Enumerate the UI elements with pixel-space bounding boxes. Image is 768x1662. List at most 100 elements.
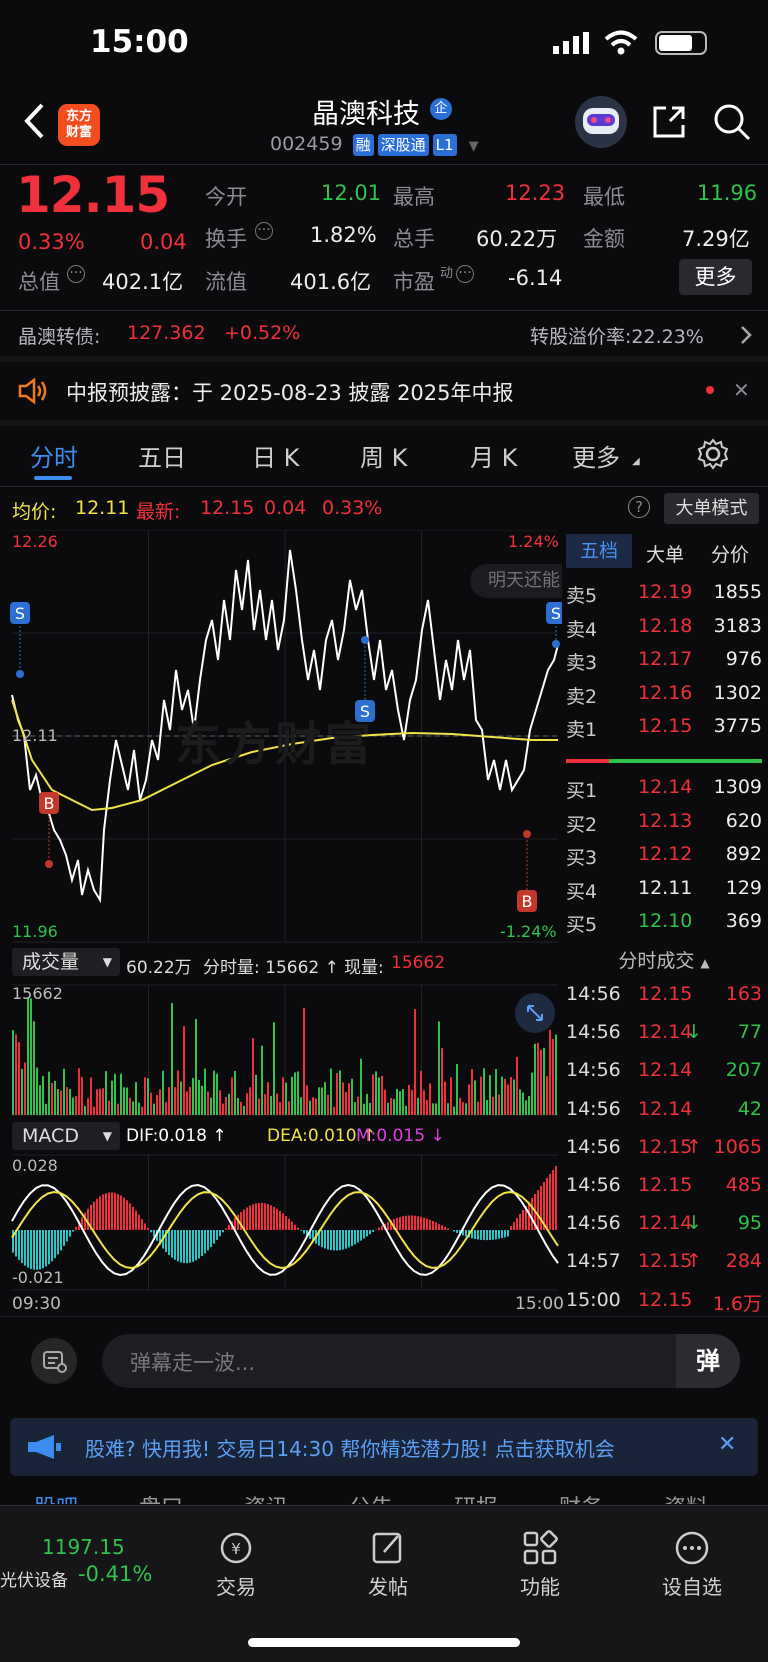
- tab-weekly-k[interactable]: 周 K: [360, 438, 407, 473]
- ob-tab-big[interactable]: 大单: [646, 540, 684, 567]
- volume-bar: [525, 1100, 527, 1115]
- send-danmaku-button[interactable]: 弹: [676, 1334, 740, 1388]
- volume-bar: [72, 1097, 74, 1115]
- volume-bar: [237, 1098, 239, 1115]
- volume-bar: [246, 1093, 248, 1115]
- volume-bar: [297, 1071, 299, 1115]
- speaker-icon: [18, 377, 47, 405]
- close-icon[interactable]: ✕: [733, 378, 750, 402]
- ask-row[interactable]: 卖4 12.18 3183: [566, 615, 766, 649]
- macd-bar: [513, 1222, 515, 1230]
- info-icon[interactable]: ···: [255, 222, 273, 240]
- ask-volume: 976: [725, 648, 762, 670]
- change-amount: 0.04: [140, 230, 187, 254]
- macd-bar: [351, 1230, 353, 1247]
- search-icon[interactable]: [712, 102, 752, 142]
- macd-bar: [222, 1230, 224, 1233]
- subtab-item[interactable]: 资讯: [244, 1490, 288, 1504]
- expand-icon[interactable]: [515, 993, 555, 1033]
- trade-volume: 77: [737, 1021, 762, 1044]
- ob-tab-five[interactable]: 五档: [566, 534, 632, 568]
- chart-tip-bubble[interactable]: 明天还能: [470, 564, 562, 598]
- macd-bar: [498, 1230, 500, 1239]
- big-order-mode-button[interactable]: 大单模式: [664, 493, 759, 524]
- volume-bar: [294, 1072, 296, 1115]
- bid-row[interactable]: 买3 12.12 892: [566, 843, 766, 877]
- subtab-item[interactable]: 公告: [349, 1490, 393, 1504]
- promo-banner[interactable]: 股难? 快用我! 交易日14:30 帮你精选潜力股! 点击获取机会 ✕: [10, 1418, 758, 1476]
- subtab-item[interactable]: 盘口: [139, 1490, 183, 1504]
- ask-row[interactable]: 卖3 12.17 976: [566, 648, 766, 682]
- info-icon[interactable]: ···: [456, 265, 474, 283]
- volume-bar: [420, 1070, 422, 1115]
- high-label: 最高: [393, 185, 435, 209]
- macd-bar: [36, 1230, 38, 1270]
- nav-function[interactable]: 功能: [490, 1530, 590, 1600]
- tab-intraday[interactable]: 分时: [30, 438, 78, 473]
- more-button[interactable]: 更多: [679, 259, 752, 295]
- volume-selector[interactable]: 成交量 ▼: [12, 948, 120, 976]
- tab-more[interactable]: 更多: [572, 438, 620, 473]
- subtab-item[interactable]: 资料: [664, 1490, 708, 1504]
- nav-trade[interactable]: ¥ 交易: [186, 1530, 286, 1600]
- tab-monthly-k[interactable]: 月 K: [470, 438, 517, 473]
- macd-bar: [42, 1230, 44, 1269]
- macd-bar: [297, 1227, 299, 1230]
- volume-bar: [486, 1099, 488, 1115]
- back-icon[interactable]: [22, 102, 46, 140]
- macd-bar: [48, 1230, 50, 1265]
- volume-bar: [207, 1091, 209, 1115]
- subtab-item[interactable]: 股吧: [34, 1490, 78, 1504]
- subtab-item[interactable]: 财务: [559, 1490, 603, 1504]
- ask-row[interactable]: 卖5 12.19 1855: [566, 581, 766, 615]
- share-icon[interactable]: [650, 103, 688, 141]
- volume-bar: [12, 1030, 14, 1115]
- volume-bar: [276, 1093, 278, 1115]
- volume-bar: [75, 1096, 77, 1115]
- bid-row[interactable]: 买4 12.11 129: [566, 877, 766, 911]
- intraday-chart[interactable]: SBSBS: [0, 530, 562, 1310]
- macd-bar: [531, 1198, 533, 1230]
- macd-bar: [372, 1230, 374, 1232]
- volume-bar: [234, 1070, 236, 1115]
- settings-icon[interactable]: [697, 438, 729, 470]
- volume-bar: [345, 1092, 347, 1115]
- macd-bar: [96, 1198, 98, 1230]
- tab-daily-k[interactable]: 日 K: [252, 438, 299, 473]
- danmaku-toggle-icon[interactable]: [31, 1338, 77, 1384]
- volume-bar: [327, 1094, 329, 1115]
- ob-tab-price[interactable]: 分价: [711, 540, 749, 567]
- ask-row[interactable]: 卖2 12.16 1302: [566, 682, 766, 716]
- turnover-value: 1.82%: [310, 223, 377, 247]
- trade-row: 14:57 12.15 ↑ 284: [566, 1250, 766, 1288]
- trades-header[interactable]: 分时成交 ▲: [566, 946, 762, 973]
- nav-post[interactable]: 发帖: [338, 1530, 438, 1600]
- bid-row[interactable]: 买5 12.10 369: [566, 910, 766, 944]
- volume-bar: [471, 1069, 473, 1115]
- macd-bar: [216, 1230, 218, 1240]
- volume-bar: [228, 1093, 230, 1115]
- info-icon[interactable]: ···: [67, 265, 85, 283]
- volume-bar: [180, 1081, 182, 1115]
- bid-row[interactable]: 买1 12.14 1309: [566, 776, 766, 810]
- volume-bar: [495, 1069, 497, 1115]
- comment-input[interactable]: 弹幕走一波... 弹: [102, 1334, 740, 1388]
- chevron-down-icon[interactable]: ▼: [469, 139, 479, 154]
- close-icon[interactable]: ✕: [718, 1432, 736, 1457]
- app-logo[interactable]: 东方 财富: [58, 104, 100, 146]
- volume-bar: [39, 1085, 41, 1115]
- nav-watchlist[interactable]: 设自选: [642, 1530, 742, 1600]
- nav-trade-label: 交易: [216, 1575, 256, 1599]
- nav-watchlist-label: 设自选: [662, 1575, 722, 1599]
- bid-row[interactable]: 买2 12.13 620: [566, 810, 766, 844]
- trade-time: 14:56: [566, 1097, 621, 1120]
- volume-bar: [273, 1022, 275, 1115]
- subtab-item[interactable]: 研报: [454, 1490, 498, 1504]
- help-icon[interactable]: ?: [628, 496, 650, 518]
- tab-five-day[interactable]: 五日: [138, 438, 186, 473]
- robot-avatar[interactable]: [575, 96, 627, 148]
- macd-bar: [273, 1206, 275, 1230]
- ask-row[interactable]: 卖1 12.15 3775: [566, 715, 766, 749]
- price-axis-mid: 12.11: [12, 726, 58, 745]
- macd-selector[interactable]: MACD ▼: [12, 1122, 120, 1150]
